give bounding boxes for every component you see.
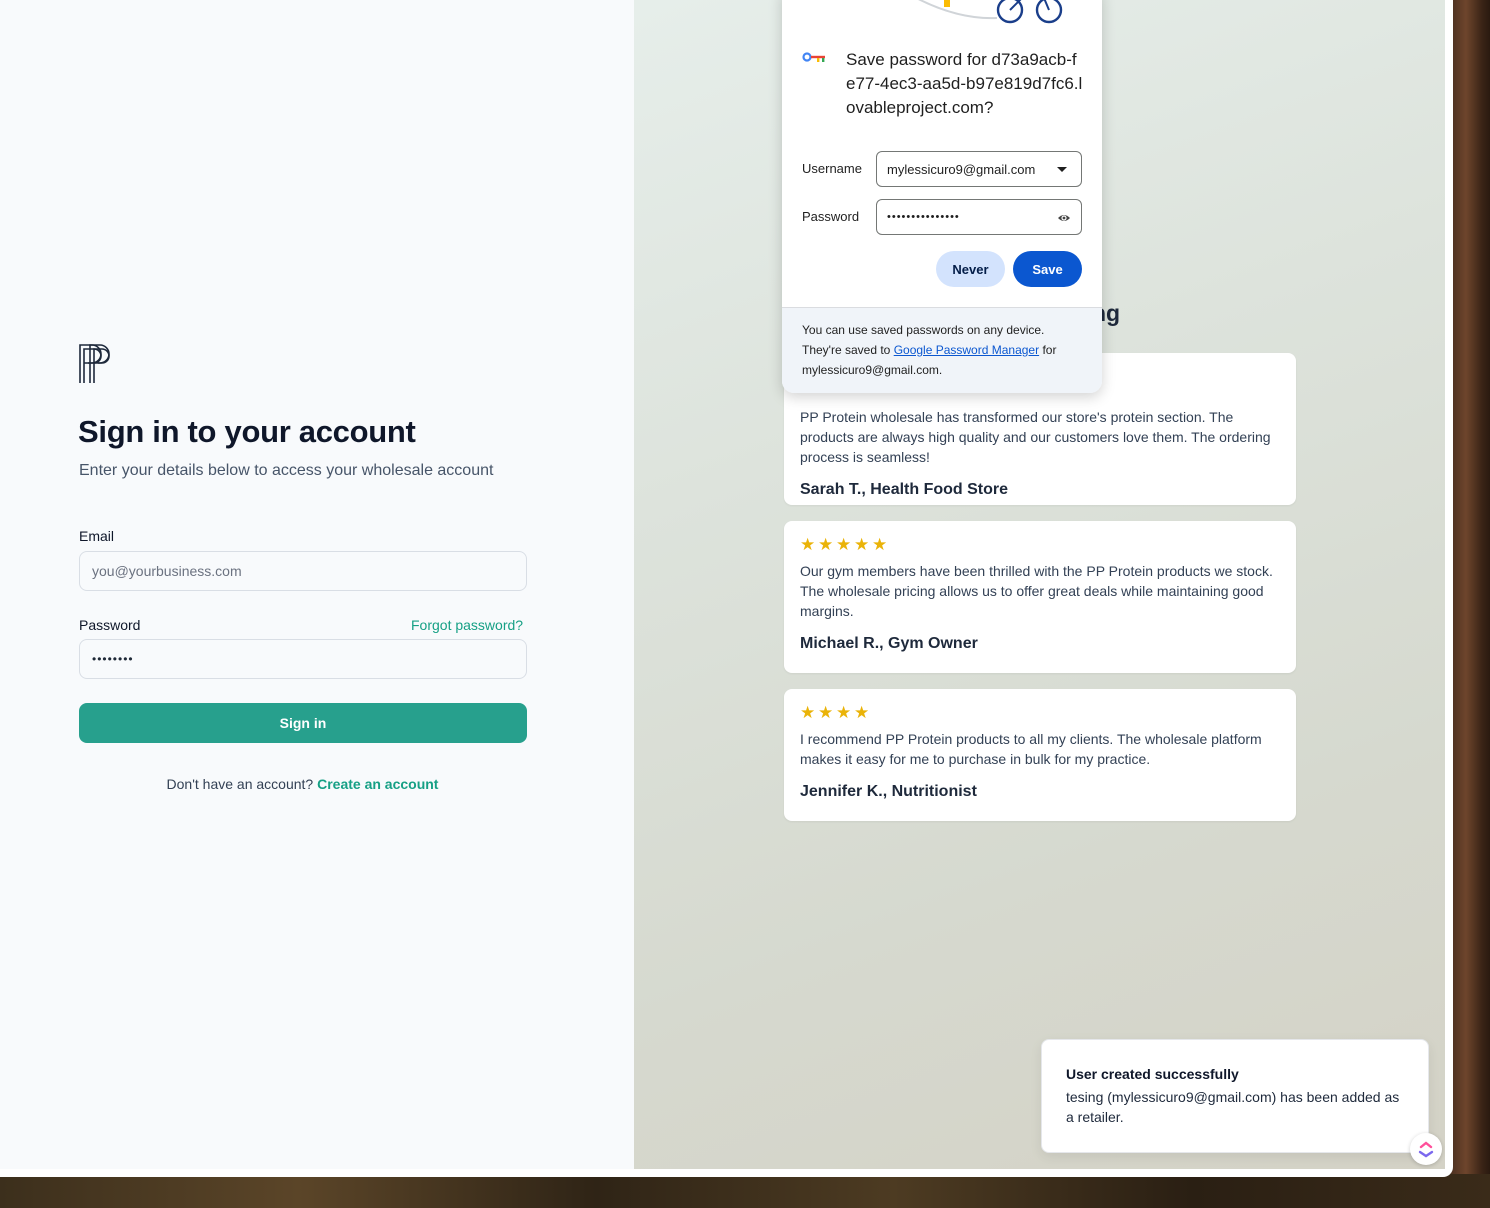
star-icon: ★ (872, 535, 888, 554)
google-key-icon (802, 52, 825, 62)
page-title: Sign in to your account (78, 414, 416, 449)
testimonial-card: ★ ★ ★ ★ I recommend PP Protein products … (784, 689, 1296, 821)
eye-icon[interactable] (1057, 211, 1071, 225)
clickup-logo-icon (1418, 1141, 1434, 1158)
star-icon: ★ (800, 535, 816, 554)
wallpaper-tree-trunk (1450, 0, 1490, 1208)
forgot-password-link[interactable]: Forgot password? (411, 617, 523, 633)
email-field[interactable]: you@yourbusiness.com (79, 551, 527, 591)
testimonial-quote: PP Protein wholesale has transformed our… (800, 409, 1271, 465)
save-password-title: Save password for d73a9acb-fe77-4ec3-aa5… (846, 50, 1083, 117)
star-icon: ★ (818, 535, 834, 554)
password-field[interactable]: ••••••••••••••• (876, 199, 1082, 235)
username-label: Username (802, 161, 862, 176)
browser-window: Sign in to your account Enter your detai… (0, 0, 1453, 1177)
create-account-link[interactable]: Create an account (317, 776, 438, 792)
testimonial-quote: Our gym members have been thrilled with … (800, 563, 1273, 619)
save-password-footer: You can use saved passwords on any devic… (782, 307, 1102, 393)
password-field[interactable]: •••••••• (79, 639, 527, 679)
signup-prompt: Don't have an account? Create an account (0, 776, 605, 792)
save-button[interactable]: Save (1013, 251, 1082, 287)
signup-prompt-text: Don't have an account? (166, 776, 314, 792)
password-value: ••••••••••••••• (887, 211, 960, 223)
save-password-dialog: Save password for d73a9acb-fe77-4ec3-aa5… (782, 0, 1102, 393)
wallpaper-ground (0, 1174, 1490, 1208)
testimonial-quote: I recommend PP Protein products to all m… (800, 731, 1262, 767)
signin-button[interactable]: Sign in (79, 703, 527, 743)
password-label: Password (79, 617, 141, 633)
google-password-manager-link[interactable]: Google Password Manager (894, 343, 1039, 357)
star-icon: ★ (854, 703, 870, 722)
star-icon: ★ (836, 535, 852, 554)
password-illustration (918, 0, 1063, 24)
page-subtitle: Enter your details below to access your … (79, 462, 494, 479)
star-icon: ★ (836, 703, 852, 722)
clickup-extension-icon[interactable] (1410, 1133, 1442, 1165)
page-viewport: Sign in to your account Enter your detai… (0, 0, 1445, 1169)
toast-title: User created successfully (1066, 1066, 1239, 1082)
star-icon: ★ (818, 703, 834, 722)
username-select[interactable]: mylessicuro9@gmail.com (876, 151, 1082, 187)
star-icon: ★ (854, 535, 870, 554)
testimonial-author: Michael R., Gym Owner (800, 635, 978, 652)
email-label: Email (79, 528, 115, 544)
signin-panel: Sign in to your account Enter your detai… (0, 0, 634, 1169)
password-label: Password (802, 209, 860, 224)
testimonial-card: ★ ★ ★ ★ ★ Our gym members have been thri… (784, 521, 1296, 673)
rating-stars: ★ ★ ★ ★ ★ (800, 535, 1280, 554)
toast-body: tesing (mylessicuro9@gmail.com) has been… (1066, 1089, 1400, 1125)
pp-logo-icon (79, 344, 110, 383)
chevron-down-icon (1057, 167, 1067, 172)
never-button[interactable]: Never (936, 251, 1005, 287)
username-value: mylessicuro9@gmail.com (887, 161, 1036, 177)
star-icon: ★ (800, 703, 816, 722)
toast-notification: User created successfully tesing (myless… (1041, 1039, 1429, 1153)
rating-stars: ★ ★ ★ ★ (800, 703, 1280, 722)
testimonial-author: Jennifer K., Nutritionist (800, 783, 977, 800)
testimonial-author: Sarah T., Health Food Store (800, 481, 1009, 498)
